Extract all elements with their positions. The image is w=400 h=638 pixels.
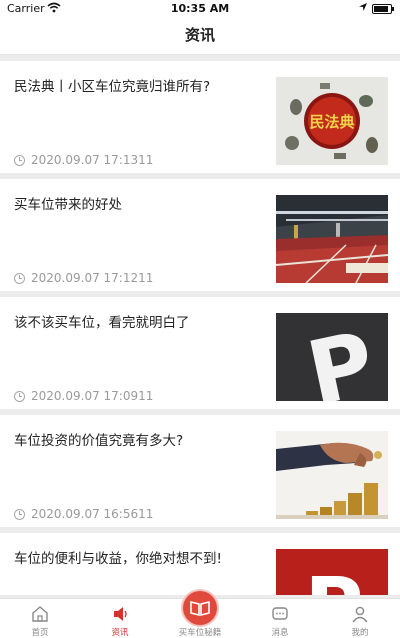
article-timestamp: 2020.09.07 17:0911 xyxy=(31,389,154,403)
article-thumbnail: 民法典 xyxy=(276,77,388,165)
article-thumbnail: P xyxy=(276,549,388,595)
guide-center-button[interactable] xyxy=(183,591,217,625)
article-meta: 2020.09.07 17:1311 xyxy=(14,153,153,167)
battery-icon xyxy=(372,4,394,14)
thumbnail-text: P xyxy=(305,561,364,595)
tab-label: 我的 xyxy=(351,628,369,638)
article-timestamp: 2020.09.07 17:1311 xyxy=(31,153,154,167)
article-thumbnail xyxy=(276,195,388,283)
clock-icon xyxy=(14,390,25,402)
article-item[interactable]: 车位的便利与收益，你绝对想不到! P xyxy=(0,533,400,595)
tab-news[interactable]: 资讯 xyxy=(80,599,160,638)
book-icon xyxy=(190,600,210,617)
speaker-icon xyxy=(110,605,130,623)
article-title: 该不该买车位，看完就明白了 xyxy=(14,315,190,331)
status-bar: Carrier 10:35 AM xyxy=(0,0,400,17)
location-arrow-icon xyxy=(358,2,368,15)
article-title: 买车位带来的好处 xyxy=(14,197,122,213)
message-icon xyxy=(270,605,290,623)
article-thumbnail: P xyxy=(276,313,388,401)
article-title: 车位投资的价值究竟有多大? xyxy=(14,433,184,449)
article-timestamp: 2020.09.07 17:1211 xyxy=(31,271,154,285)
clock-icon xyxy=(14,508,25,520)
article-meta: 2020.09.07 16:5611 xyxy=(14,507,153,521)
app-screen: Carrier 10:35 AM 资讯 民法典丨小区车位究竟归谁所有? 2020… xyxy=(0,0,400,638)
tab-messages[interactable]: 消息 xyxy=(240,599,320,638)
person-icon xyxy=(350,605,370,623)
article-meta: 2020.09.07 17:1211 xyxy=(14,271,153,285)
clock-icon xyxy=(14,154,25,166)
article-item[interactable]: 买车位带来的好处 2020.09.07 17:1211 xyxy=(0,179,400,291)
home-icon xyxy=(30,605,50,623)
article-thumbnail xyxy=(276,431,388,519)
clock-time: 10:35 AM xyxy=(170,2,230,15)
article-title: 车位的便利与收益，你绝对想不到! xyxy=(14,551,222,567)
article-meta: 2020.09.07 17:0911 xyxy=(14,389,153,403)
article-list[interactable]: 民法典丨小区车位究竟归谁所有? 2020.09.07 17:1311 民法典 买… xyxy=(0,55,400,595)
tab-home[interactable]: 首页 xyxy=(0,599,80,638)
article-title: 民法典丨小区车位究竟归谁所有? xyxy=(14,79,211,95)
tab-label: 买车位秘籍 xyxy=(178,628,222,638)
tab-label: 消息 xyxy=(271,628,289,638)
tab-label: 资讯 xyxy=(111,628,129,638)
thumbnail-text: 民法典 xyxy=(309,113,354,131)
article-timestamp: 2020.09.07 16:5611 xyxy=(31,507,154,521)
article-item[interactable]: 该不该买车位，看完就明白了 2020.09.07 17:0911 P xyxy=(0,297,400,409)
tab-label: 首页 xyxy=(31,628,49,638)
page-title: 资讯 xyxy=(0,17,400,55)
article-item[interactable]: 民法典丨小区车位究竟归谁所有? 2020.09.07 17:1311 民法典 xyxy=(0,61,400,173)
clock-icon xyxy=(14,272,25,284)
article-item[interactable]: 车位投资的价值究竟有多大? 2020.09.07 16:5611 xyxy=(0,415,400,527)
tab-profile[interactable]: 我的 xyxy=(320,599,400,638)
